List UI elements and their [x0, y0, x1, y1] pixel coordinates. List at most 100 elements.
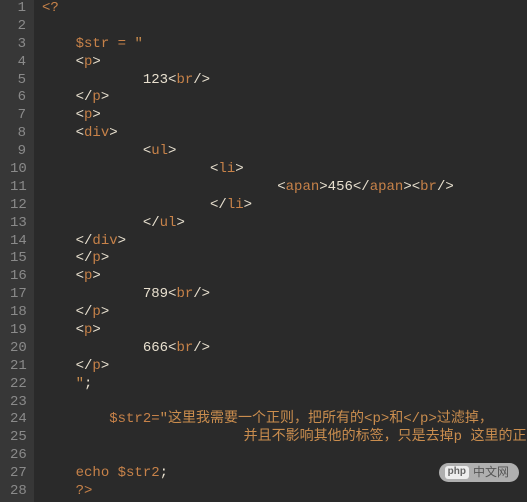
code-line[interactable]: </p> [42, 89, 527, 107]
code-line[interactable]: <p> [42, 54, 527, 72]
code-content[interactable]: <? $str = " <p> 123<br/> </p> <p> <div> … [34, 0, 527, 502]
code-token: </ [210, 197, 227, 213]
code-line[interactable]: </li> [42, 197, 527, 215]
code-token: $str2 [118, 465, 160, 481]
code-line[interactable]: <div> [42, 125, 527, 143]
code-token: > [176, 215, 184, 231]
code-token: /> [193, 72, 210, 88]
code-line[interactable]: ?> [42, 483, 527, 501]
code-token: = [151, 411, 159, 427]
code-token: > [92, 322, 100, 338]
line-number: 17 [10, 286, 26, 304]
code-line[interactable]: </p> [42, 250, 527, 268]
code-token: > [101, 89, 109, 105]
code-token: < [76, 54, 84, 70]
code-line[interactable]: </div> [42, 233, 527, 251]
code-token: apan [370, 179, 404, 195]
code-token: < [76, 107, 84, 123]
watermark: php 中文网 [439, 463, 519, 482]
code-line[interactable] [42, 18, 527, 36]
code-token: 123 [143, 72, 168, 88]
code-line[interactable]: <ul> [42, 143, 527, 161]
code-token: $str [76, 36, 110, 52]
line-number: 28 [10, 483, 26, 501]
line-number: 20 [10, 340, 26, 358]
code-line[interactable]: $str2="这里我需要一个正则，把所有的<p>和</p>过滤掉， [42, 411, 527, 429]
code-token: apan [286, 179, 320, 195]
code-token [109, 36, 117, 52]
code-line[interactable]: 123<br/> [42, 72, 527, 90]
code-token: br [420, 179, 437, 195]
code-token: < [143, 143, 151, 159]
code-token: br [176, 340, 193, 356]
code-token: <? [42, 0, 59, 16]
code-token: = [118, 36, 126, 52]
line-number: 5 [10, 72, 26, 90]
line-number: 24 [10, 411, 26, 429]
line-number: 10 [10, 161, 26, 179]
code-token: div [92, 233, 117, 249]
line-number: 6 [10, 89, 26, 107]
code-line[interactable]: </p> [42, 358, 527, 376]
line-number: 3 [10, 36, 26, 54]
code-token: p [92, 358, 100, 374]
code-token: > [168, 143, 176, 159]
code-token: > [92, 107, 100, 123]
line-number: 27 [10, 465, 26, 483]
code-token: > [244, 197, 252, 213]
code-token: $str2 [109, 411, 151, 427]
code-token: > [92, 268, 100, 284]
code-token: p [92, 304, 100, 320]
line-number: 9 [10, 143, 26, 161]
code-token [109, 465, 117, 481]
code-line[interactable]: 666<br/> [42, 340, 527, 358]
code-token: < [277, 179, 285, 195]
code-token: /> [193, 286, 210, 302]
line-number: 26 [10, 447, 26, 465]
line-number: 19 [10, 322, 26, 340]
code-line[interactable]: $str = " [42, 36, 527, 54]
code-token: p [92, 250, 100, 266]
code-token: /> [437, 179, 454, 195]
code-line[interactable]: <p> [42, 268, 527, 286]
code-token: </ [76, 233, 93, 249]
code-token: 并且不影响其他的标签，只是去掉p 这里的正则怎么写。" [244, 429, 527, 445]
code-token: li [227, 197, 244, 213]
code-token: </ [76, 304, 93, 320]
code-token: p [92, 89, 100, 105]
line-number: 1 [10, 0, 26, 18]
code-token: 789 [143, 286, 168, 302]
code-token: ; [84, 376, 92, 392]
code-line[interactable] [42, 394, 527, 412]
code-token: > [118, 233, 126, 249]
line-number: 14 [10, 233, 26, 251]
code-token: "这里我需要一个正则，把所有的<p>和</p>过滤掉， [160, 411, 493, 427]
code-token: > [235, 161, 243, 177]
code-line[interactable]: </ul> [42, 215, 527, 233]
code-token: < [76, 268, 84, 284]
code-line[interactable]: <? [42, 0, 527, 18]
code-token: ul [151, 143, 168, 159]
code-line[interactable]: <p> [42, 107, 527, 125]
code-line[interactable]: "; [42, 376, 527, 394]
line-number-gutter: 1234567891011121314151617181920212223242… [0, 0, 34, 502]
code-token: > [101, 304, 109, 320]
code-line[interactable]: <p> [42, 322, 527, 340]
code-token: > [101, 250, 109, 266]
code-token: </ [353, 179, 370, 195]
line-number: 18 [10, 304, 26, 322]
line-number: 16 [10, 268, 26, 286]
code-line[interactable]: </p> [42, 304, 527, 322]
code-token: < [412, 179, 420, 195]
code-token: br [176, 72, 193, 88]
watermark-logo: php [445, 466, 469, 479]
code-line[interactable]: 并且不影响其他的标签，只是去掉p 这里的正则怎么写。"; [42, 429, 527, 447]
code-line[interactable]: <li> [42, 161, 527, 179]
line-number: 25 [10, 429, 26, 447]
line-number: 2 [10, 18, 26, 36]
code-line[interactable]: <apan>456</apan><br/> [42, 179, 527, 197]
code-token: > [319, 179, 327, 195]
code-editor[interactable]: 1234567891011121314151617181920212223242… [0, 0, 527, 502]
code-line[interactable]: 789<br/> [42, 286, 527, 304]
code-token: > [92, 54, 100, 70]
